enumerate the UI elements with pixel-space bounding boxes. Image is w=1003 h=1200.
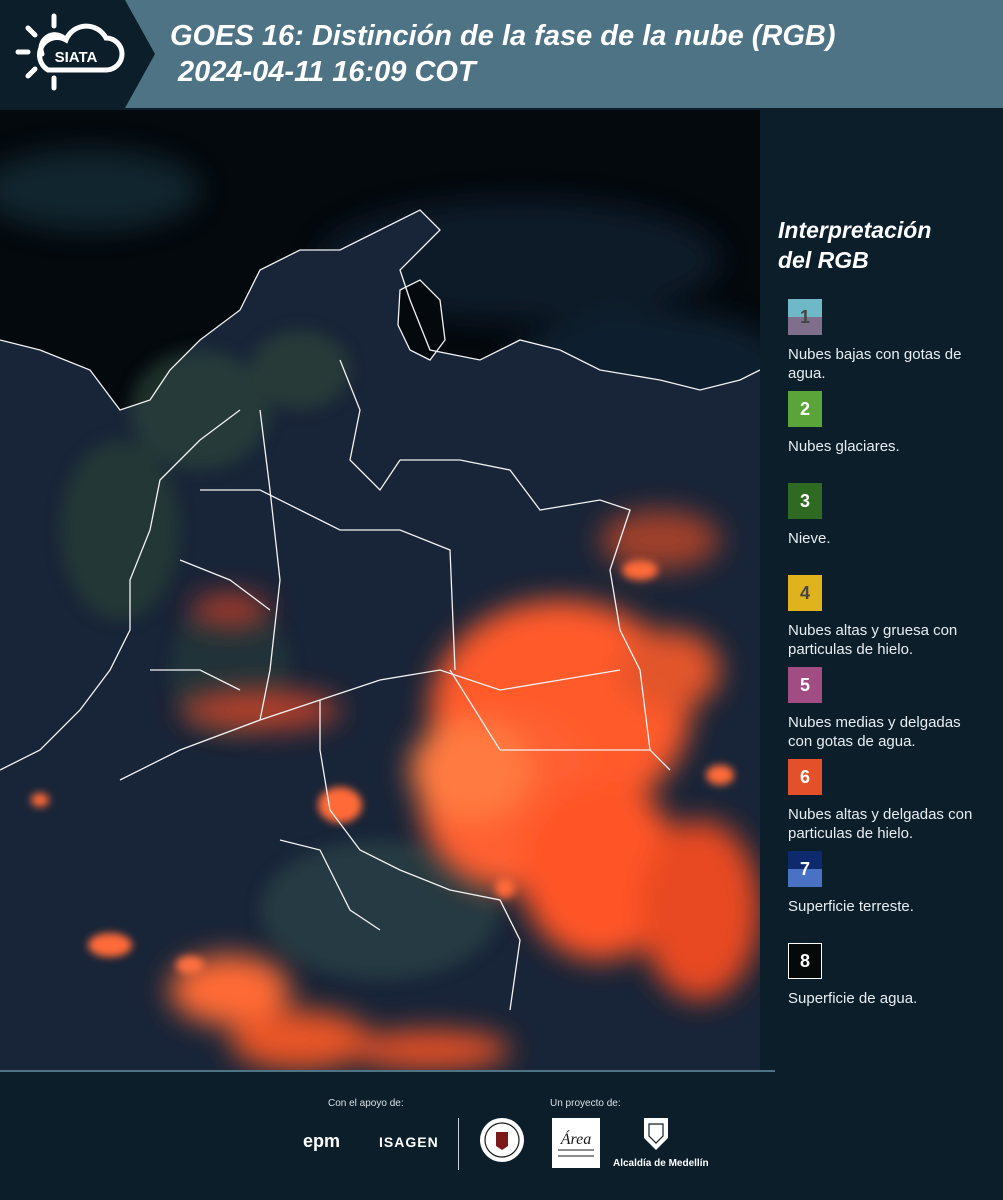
alcaldia-emblem-icon (644, 1118, 668, 1150)
title-line-1: GOES 16: Distinción de la fase de la nub… (170, 20, 836, 52)
legend-number: 1 (799, 306, 810, 327)
university-seal-icon (480, 1118, 524, 1162)
legend-swatch: 8 (788, 943, 822, 979)
page-title: GOES 16: Distinción de la fase de la nub… (170, 18, 836, 90)
legend-swatch: 7 (788, 851, 822, 887)
legend-label: Nubes medias y delgadas con gotas de agu… (788, 714, 961, 750)
map-svg (0, 110, 760, 1070)
legend-label: Nubes altas y gruesa con particulas de h… (788, 622, 958, 658)
legend-label: Superficie terreste. (788, 898, 914, 915)
alcaldia-label: Alcaldía de Medellín (613, 1158, 709, 1169)
footer: Con el apoyo de: Un proyecto de: epm ISA… (0, 1070, 1003, 1200)
legend: Interpretación del RGB 1 Nubes bajas con … (778, 215, 993, 1035)
satellite-map (0, 110, 760, 1070)
epm-logo: epm (303, 1131, 341, 1151)
legend-swatch: 6 (788, 759, 822, 795)
legend-items: 1 Nubes bajas con gotas de agua. 2 Nubes gl… (778, 299, 993, 1035)
legend-item: 4 Nubes altas y gruesa con particulas de … (778, 575, 993, 667)
legend-item: 8 Superficie de agua. (778, 943, 993, 1035)
legend-item: 3 Nieve. (778, 483, 993, 575)
legend-label: Nubes glaciares. (788, 438, 900, 455)
legend-label: Superficie de agua. (788, 990, 918, 1007)
legend-item: 2 Nubes glaciares. (778, 391, 993, 483)
footer-divider (458, 1118, 459, 1170)
legend-label: Nubes bajas con gotas de agua. (788, 346, 962, 382)
legend-swatch: 2 (788, 391, 822, 427)
legend-number: 3 (799, 490, 810, 511)
legend-item: 7 Superficie terreste. (778, 851, 993, 943)
legend-item: 5 Nubes medias y delgadas con gotas de ag… (778, 667, 993, 759)
legend-label: Nieve. (788, 530, 831, 547)
legend-item: 6 Nubes altas y delgadas con particulas d… (778, 759, 993, 851)
legend-label: Nubes altas y delgadas con particulas de… (788, 806, 973, 842)
support-label: Con el apoyo de: (328, 1098, 404, 1109)
isagen-logo: ISAGEN (379, 1134, 439, 1150)
title-line-2: 2024-04-11 16:09 COT (178, 56, 476, 88)
header: SIATA GOES 16: Distinción de la fase de … (0, 0, 1003, 108)
legend-title: Interpretación del RGB (778, 215, 993, 275)
legend-swatch: 3 (788, 483, 822, 519)
area-logo-text: Área (560, 1129, 592, 1148)
legend-number: 5 (799, 674, 810, 695)
legend-number: 7 (799, 858, 810, 879)
legend-number: 2 (799, 398, 810, 419)
legend-number: 8 (799, 950, 810, 971)
legend-number: 4 (799, 582, 810, 603)
logo-text: SIATA (55, 49, 98, 66)
legend-swatch: 4 (788, 575, 822, 611)
legend-swatch: 5 (788, 667, 822, 703)
legend-swatch: 1 (788, 299, 822, 335)
siata-logo-icon: SIATA (15, 13, 125, 91)
legend-title-line-1: Interpretación (778, 217, 932, 243)
project-label: Un proyecto de: (550, 1098, 621, 1109)
footer-divider-line (0, 1070, 775, 1072)
legend-title-line-2: del RGB (778, 247, 869, 273)
legend-item: 1 Nubes bajas con gotas de agua. (778, 299, 993, 391)
legend-number: 6 (799, 766, 810, 787)
area-metropolitana-logo-icon: Área (552, 1118, 600, 1168)
